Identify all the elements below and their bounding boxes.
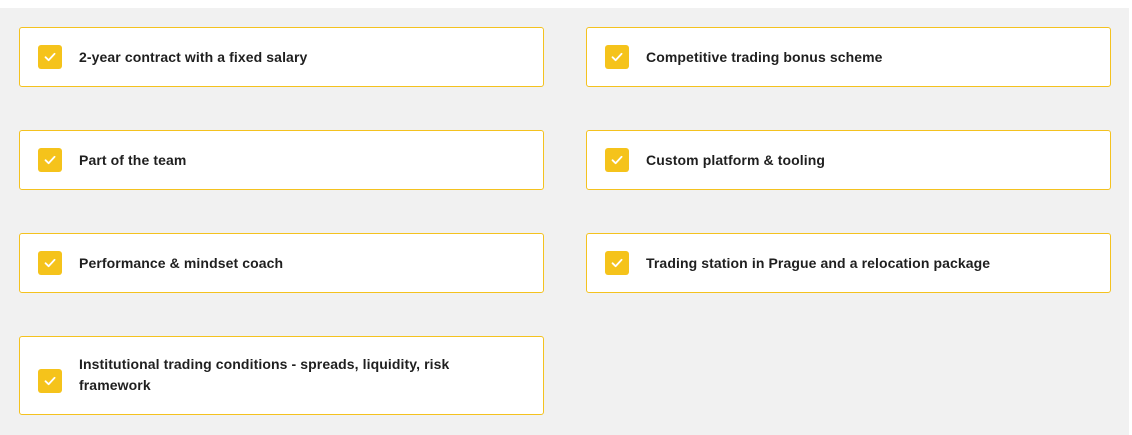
benefit-label: Part of the team [79, 151, 187, 168]
benefit-label: Competitive trading bonus scheme [646, 48, 883, 65]
check-icon [38, 369, 62, 393]
benefit-label: Performance & mindset coach [79, 254, 284, 271]
benefit-label: 2-year contract with a fixed salary [79, 48, 308, 65]
benefit-label: Institutional trading conditions - sprea… [79, 355, 450, 393]
benefits-panel: 2-year contract with a fixed salary Comp… [0, 8, 1129, 435]
check-icon [38, 148, 62, 172]
benefit-label: Custom platform & tooling [646, 151, 826, 168]
benefit-card: Competitive trading bonus scheme [586, 27, 1111, 87]
check-icon [38, 251, 62, 275]
check-icon [38, 45, 62, 69]
benefit-card: Performance & mindset coach [19, 233, 544, 293]
benefit-card: 2-year contract with a fixed salary [19, 27, 544, 87]
benefit-card: Part of the team [19, 130, 544, 190]
benefit-card: Trading station in Prague and a relocati… [586, 233, 1111, 293]
check-icon [605, 148, 629, 172]
benefit-card: Custom platform & tooling [586, 130, 1111, 190]
benefit-card: Institutional trading conditions - sprea… [19, 336, 544, 415]
check-icon [605, 251, 629, 275]
check-icon [605, 45, 629, 69]
benefit-label: Trading station in Prague and a relocati… [646, 254, 991, 271]
